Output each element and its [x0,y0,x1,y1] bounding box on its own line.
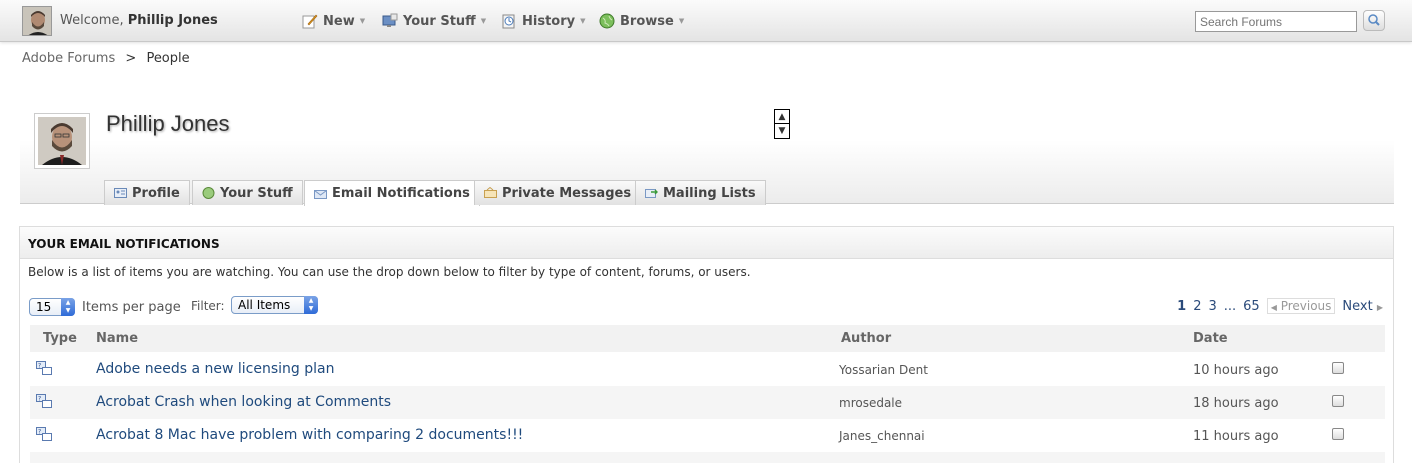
tab-your-stuff[interactable]: Your Stuff [192,180,303,205]
previous-page-label: Previous [1280,299,1332,313]
page-ellipsis: ... [1223,298,1237,314]
previous-page-button: ◀ Previous [1266,298,1336,314]
welcome-message: Welcome, Phillip Jones [60,13,218,28]
filter-value: All Items [238,298,291,312]
discussion-icon: ? [36,361,53,376]
pagination: 1 2 3 ... 65 ◀ Previous Next ▶ [1177,298,1383,314]
next-page-button[interactable]: Next ▶ [1342,299,1383,314]
panel-title: YOUR EMAIL NOTIFICATIONS [20,227,1393,259]
top-navigation-bar: Welcome, Phillip Jones New ▼ Your Stuff … [0,0,1412,42]
search-icon [1364,14,1384,34]
search-input[interactable] [1195,11,1357,32]
author-link[interactable]: Yossarian Dent [839,363,928,377]
page-link-1[interactable]: 1 [1177,299,1186,314]
menu-browse-label: Browse [620,13,674,29]
row-checkbox[interactable] [1332,395,1344,407]
page-link-3[interactable]: 3 [1208,299,1216,314]
breadcrumb-root[interactable]: Adobe Forums [22,51,115,66]
chevron-right-icon: ▶ [1376,302,1383,312]
items-per-page-label: Items per page [82,300,181,315]
welcome-user-name[interactable]: Phillip Jones [128,13,218,28]
menu-your-stuff-label: Your Stuff [403,13,476,29]
history-icon [501,13,517,29]
menu-new-label: New [323,13,355,29]
thread-link[interactable]: Acrobat 8 Mac have problem with comparin… [96,427,523,443]
chevron-down-icon: ▼ [359,17,366,25]
items-per-page-value: 15 [36,300,52,314]
row-date: 18 hours ago [1193,396,1279,411]
filter-select[interactable]: All Items ▲ ▼ [231,296,318,314]
tab-email-notifications[interactable]: Email Notifications [304,180,480,206]
chevron-down-icon: ▼ [580,17,586,25]
message-icon [484,186,497,199]
items-per-page-select[interactable]: 15 ▲ ▼ [29,298,75,316]
profile-name: Phillip Jones [106,111,230,136]
stepper-down-icon[interactable]: ▼ [775,124,789,138]
monitor-icon [382,13,398,29]
next-page-label: Next [1342,298,1373,314]
row-date: 10 hours ago [1193,363,1279,378]
user-avatar[interactable] [22,6,52,36]
tab-mailing-lists-label: Mailing Lists [663,185,756,201]
svg-text:?: ? [38,396,41,403]
column-type[interactable]: Type [43,331,77,346]
author-link[interactable]: mrosedale [839,396,902,410]
scroll-stepper[interactable]: ▲ ▼ [774,109,790,139]
svg-text:?: ? [38,363,41,370]
row-date: 11 hours ago [1193,429,1279,444]
tab-your-stuff-label: Your Stuff [220,185,293,201]
filter-label: Filter: [191,299,225,313]
menu-history[interactable]: History ▼ [501,13,586,29]
tab-profile[interactable]: Profile [104,180,190,205]
column-date[interactable]: Date [1193,331,1228,346]
globe-icon [599,13,615,29]
row-checkbox[interactable] [1332,428,1344,440]
chevron-down-icon: ▼ [678,17,685,25]
stepper-up-icon[interactable]: ▲ [775,110,789,124]
menu-your-stuff[interactable]: Your Stuff ▼ [382,13,486,29]
breadcrumb: Adobe Forums > People [22,51,190,66]
row-checkbox[interactable] [1332,362,1344,374]
thread-link[interactable]: Adobe needs a new licensing plan [96,361,334,377]
tab-private-messages[interactable]: Private Messages [474,180,642,205]
table-row: ? Acrobat Crash when looking at Comments… [30,386,1385,419]
menu-browse[interactable]: Browse ▼ [599,13,684,29]
discussion-icon: ? [36,427,53,442]
envelope-icon [314,188,327,200]
email-notifications-panel: YOUR EMAIL NOTIFICATIONS Below is a list… [19,226,1394,463]
breadcrumb-separator: > [125,51,137,66]
menu-new[interactable]: New ▼ [302,13,365,29]
globe-icon [202,187,215,199]
tab-private-messages-label: Private Messages [502,185,632,201]
thread-link[interactable]: Acrobat Crash when looking at Comments [96,394,391,410]
select-arrows-icon: ▲ ▼ [61,298,75,316]
table-row: ? Acrobat 8 Mac have problem with compar… [30,419,1385,452]
welcome-prefix: Welcome, [60,13,124,28]
column-name[interactable]: Name [96,331,138,346]
tab-mailing-lists[interactable]: Mailing Lists [635,180,766,205]
page-link-2[interactable]: 2 [1193,299,1201,314]
table-row: ? Adobe needs a new licensing plan Yossa… [30,353,1385,386]
profile-avatar [34,113,90,169]
panel-description: Below is a list of items you are watchin… [28,265,751,279]
mail-arrow-icon [645,187,658,199]
column-author[interactable]: Author [841,331,891,346]
search-button[interactable] [1363,10,1385,31]
table-row-partial [30,452,1385,463]
breadcrumb-current: People [146,51,190,66]
page-link-last[interactable]: 65 [1243,299,1260,314]
tab-email-notifications-label: Email Notifications [332,186,470,201]
chevron-down-icon: ▼ [480,17,487,25]
profile-card-icon [114,187,127,199]
select-arrows-icon: ▲ ▼ [304,296,318,314]
discussion-icon: ? [36,394,53,409]
tab-profile-label: Profile [132,185,180,201]
table-header: Type Name Author Date [30,325,1385,352]
menu-history-label: History [522,13,576,29]
svg-text:?: ? [38,429,41,436]
chevron-left-icon: ◀ [1270,303,1277,312]
author-link[interactable]: Janes_chennai [839,429,925,443]
pencil-icon [302,13,318,29]
